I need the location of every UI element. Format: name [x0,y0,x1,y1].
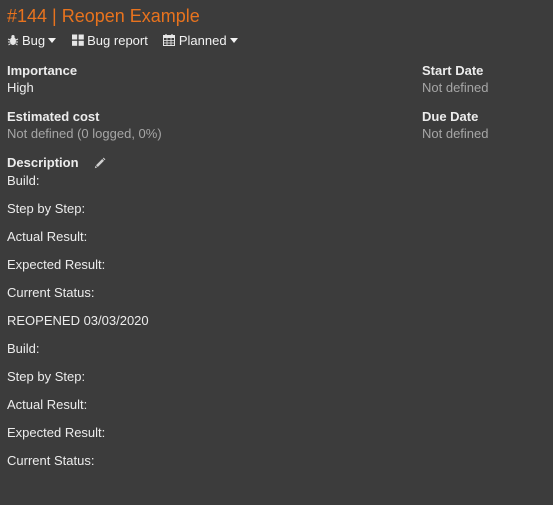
description-line: Actual Result: [7,229,88,244]
description-line: Step by Step: [7,369,86,384]
start-date-label: Start Date [422,63,484,78]
description-line: Step by Step: [7,201,86,216]
category-item: Bug report [71,33,148,48]
issue-title: #144 | Reopen Example [7,6,200,26]
estimated-cost-label: Estimated cost [7,109,100,124]
grid-icon [71,34,84,47]
tracker-label: Bug [22,32,46,48]
importance-label: Importance [7,63,78,78]
chevron-down-icon [229,37,238,43]
importance-field: Importance High [7,62,77,96]
description-header: Description [7,154,106,171]
category-label: Bug report [87,32,148,48]
start-date-value: Not defined [422,80,489,95]
description-label: Description [7,155,79,170]
due-date-field: Due Date Not defined [422,108,489,142]
chevron-down-icon [48,37,57,43]
description-line: REOPENED 03/03/2020 [7,313,149,328]
estimated-cost-field: Estimated cost Not defined (0 logged, 0%… [7,108,162,142]
issue-detail-panel: #144 | Reopen Example Bug Bug report Pla… [0,0,553,505]
start-date-field: Start Date Not defined [422,62,489,96]
importance-value: High [7,80,34,95]
pencil-icon[interactable] [94,157,106,169]
estimated-cost-value: Not defined (0 logged, 0%) [7,126,162,141]
description-line: Build: [7,173,40,188]
description-line: Current Status: [7,285,95,300]
due-date-value: Not defined [422,126,489,141]
bug-icon [6,34,19,47]
description-line: Expected Result: [7,257,106,272]
status-label: Planned [178,32,227,48]
status-dropdown[interactable]: Planned [163,33,238,48]
issue-toolbar: Bug Bug report Planned [6,31,253,49]
description-line: Expected Result: [7,425,106,440]
description-line: Build: [7,341,40,356]
description-line: Actual Result: [7,397,88,412]
tracker-dropdown[interactable]: Bug [6,32,57,48]
description-body: Build: Step by Step: Actual Result: Expe… [7,172,149,480]
due-date-label: Due Date [422,109,479,124]
description-line: Current Status: [7,453,95,468]
calendar-icon [163,34,176,47]
